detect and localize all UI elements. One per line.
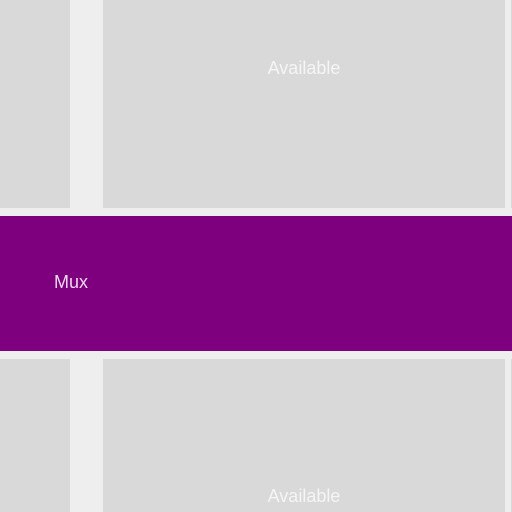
top-available-block[interactable]: Available — [103, 0, 505, 208]
bottom-available-label: Available — [267, 486, 341, 506]
layout-canvas: Available Mux Available — [0, 0, 512, 512]
bottom-available-block[interactable]: Available — [103, 359, 505, 512]
top-available-label: Available — [267, 58, 341, 78]
top-left-block[interactable] — [0, 0, 70, 208]
mux-label: Mux — [54, 272, 89, 292]
mux-block[interactable]: Mux — [0, 216, 512, 351]
bottom-left-block[interactable] — [0, 359, 70, 512]
